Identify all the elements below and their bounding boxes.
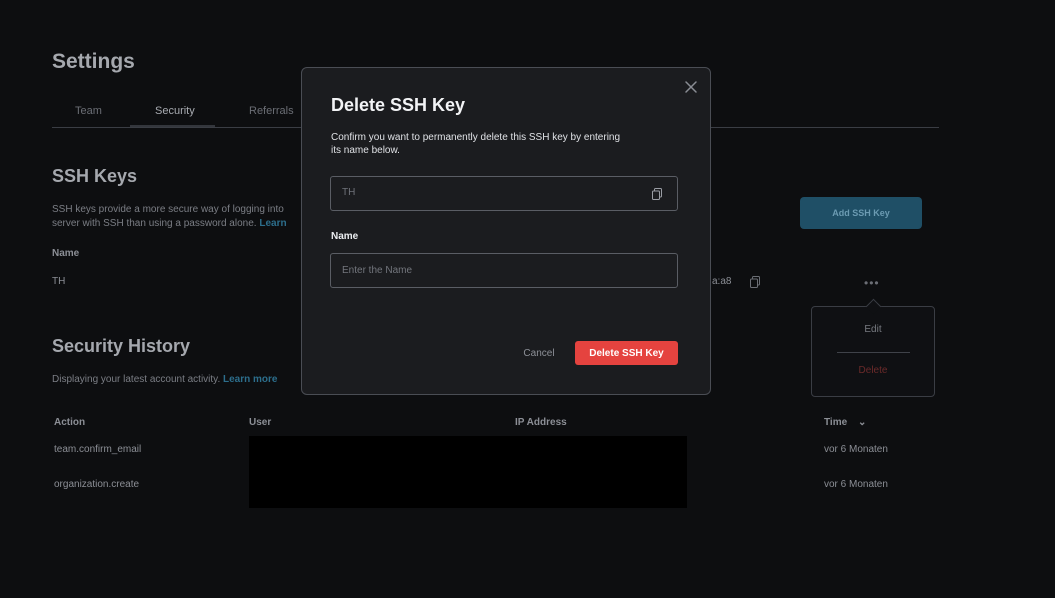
learn-link[interactable]: Learn — [259, 218, 286, 229]
security-history-description: Displaying your latest account activity.… — [52, 374, 278, 385]
delete-ssh-key-button[interactable]: Delete SSH Key — [575, 341, 678, 365]
table-row-time: vor 6 Monaten — [824, 479, 888, 490]
menu-divider — [837, 352, 910, 353]
menu-edit[interactable]: Edit — [812, 324, 934, 335]
page-title: Settings — [52, 50, 135, 73]
ssh-key-name-field: TH — [330, 176, 678, 211]
tab-security[interactable]: Security — [155, 105, 195, 117]
column-ip: IP Address — [515, 417, 567, 428]
table-row-time: vor 6 Monaten — [824, 444, 888, 455]
security-history-title: Security History — [52, 336, 191, 356]
menu-delete[interactable]: Delete — [812, 365, 934, 376]
table-row-action: organization.create — [54, 479, 140, 490]
column-action: Action — [54, 417, 86, 428]
tab-team[interactable]: Team — [75, 105, 102, 117]
learn-more-link[interactable]: Learn more — [223, 374, 277, 385]
ssh-fingerprint: a:a8 — [712, 276, 732, 287]
ssh-key-menu: Edit Delete — [811, 298, 935, 397]
add-ssh-key-button[interactable]: Add SSH Key — [800, 197, 922, 229]
ssh-keys-title: SSH Keys — [52, 166, 138, 186]
dialog-title: Delete SSH Key — [331, 95, 466, 115]
delete-ssh-key-dialog: Delete SSH Key Confirm you want to perma… — [301, 67, 711, 395]
ssh-keys-description: SSH keys provide a more secure way of lo… — [52, 204, 287, 229]
chevron-down-icon: ⌄ — [857, 417, 867, 428]
ssh-key-name-value: TH — [342, 187, 356, 198]
ssh-key-name: TH — [52, 276, 66, 287]
close-icon[interactable] — [684, 80, 698, 94]
active-tab-indicator — [130, 125, 215, 127]
more-icon[interactable]: ••• — [864, 276, 880, 290]
table-row-action: team.confirm_email — [54, 444, 142, 455]
copy-icon[interactable] — [750, 275, 760, 293]
dialog-description: Confirm you want to permanently delete t… — [331, 132, 621, 156]
tab-referrals[interactable]: Referrals — [249, 105, 294, 117]
copy-icon[interactable] — [652, 187, 664, 201]
cancel-button[interactable]: Cancel — [514, 343, 564, 363]
name-label: Name — [331, 231, 359, 242]
column-time[interactable]: Time ⌄ — [824, 417, 866, 428]
name-input-wrapper — [330, 253, 678, 288]
name-input[interactable] — [331, 254, 677, 287]
redacted-area — [249, 436, 687, 508]
column-user: User — [249, 417, 272, 428]
ssh-column-name: Name — [52, 248, 80, 259]
